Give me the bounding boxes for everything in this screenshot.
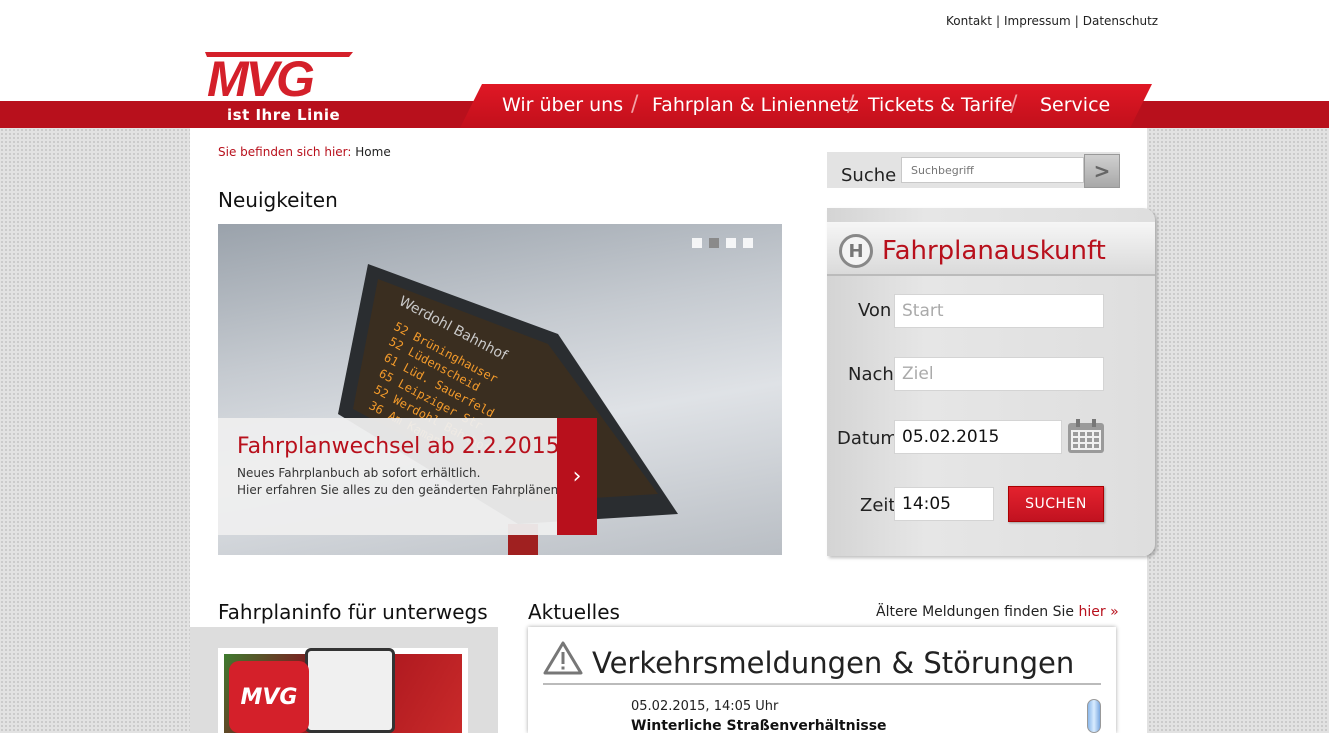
news-heading: Neuigkeiten <box>218 188 338 212</box>
mobile-info-heading: Fahrplaninfo für unterwegs <box>218 600 488 624</box>
from-label: Von <box>858 300 892 321</box>
alert-headline[interactable]: Winterliche Straßenverhältnisse <box>631 718 887 733</box>
slide-text-line-2: Hier erfahren Sie alles zu den geänderte… <box>237 483 563 497</box>
slide-next-button[interactable]: › <box>557 418 597 535</box>
nav-separator: / <box>1010 92 1018 117</box>
nav-item-about[interactable]: Wir über uns <box>502 94 623 116</box>
nav-separator: / <box>631 92 639 117</box>
alerts-scrollbar[interactable] <box>1087 699 1101 733</box>
slider-dot-active[interactable] <box>709 238 719 248</box>
contact-link[interactable]: Kontakt <box>946 14 992 28</box>
nav-separator: / <box>847 92 855 117</box>
breadcrumb-label: Sie befinden sich hier: <box>218 145 352 159</box>
news-section-heading: Aktuelles <box>528 600 620 624</box>
traffic-alerts-title: Verkehrsmeldungen & Störungen <box>592 646 1075 680</box>
breadcrumb: Sie befinden sich hier: Home <box>218 145 391 159</box>
phone-illustration <box>305 648 395 733</box>
slider-dot[interactable] <box>743 238 753 248</box>
slide-text-line-1: Neues Fahrplanbuch ab sofort erhältlich. <box>237 466 481 480</box>
search-input[interactable] <box>901 157 1084 183</box>
time-label: Zeit <box>860 495 896 516</box>
date-label: Datum <box>837 428 898 449</box>
alert-date: 05.02.2015, 14:05 Uhr <box>631 699 779 714</box>
breadcrumb-current[interactable]: Home <box>355 145 390 159</box>
date-input[interactable] <box>894 420 1062 454</box>
search-label: Suche <box>841 165 897 186</box>
nav-item-timetable[interactable]: Fahrplan & Liniennetz <box>652 94 859 116</box>
search-connection-button[interactable]: SUCHEN <box>1008 486 1104 522</box>
bus-stop-icon: H <box>839 234 873 268</box>
top-links-separator: | <box>995 14 1000 28</box>
to-input[interactable] <box>894 357 1104 391</box>
calendar-icon[interactable] <box>1067 418 1105 454</box>
logo-tagline: ist Ihre Linie <box>227 106 341 124</box>
privacy-link[interactable]: Datenschutz <box>1083 14 1158 28</box>
time-input[interactable] <box>894 487 994 521</box>
top-links: Kontakt | Impressum | Datenschutz <box>946 14 1158 28</box>
slider-dot[interactable] <box>726 238 736 248</box>
slider-pagination <box>692 238 753 248</box>
divider <box>543 683 1101 685</box>
app-logo-icon: MVG <box>229 661 309 733</box>
logo-wordmark: MVG <box>207 51 314 107</box>
older-news-text: Ältere Meldungen finden Sie <box>876 604 1075 620</box>
top-links-separator: | <box>1074 14 1079 28</box>
imprint-link[interactable]: Impressum <box>1004 14 1071 28</box>
warning-icon <box>543 641 583 675</box>
slide-title[interactable]: Fahrplanwechsel ab 2.2.2015 <box>237 434 560 459</box>
search-submit-button[interactable]: > <box>1084 154 1120 188</box>
nav-item-service[interactable]: Service <box>1040 94 1110 116</box>
nav-item-tickets[interactable]: Tickets & Tarife <box>868 94 1013 116</box>
older-news: Ältere Meldungen finden Sie hier » <box>876 604 1119 620</box>
to-label: Nach <box>848 364 894 385</box>
from-input[interactable] <box>894 294 1104 328</box>
older-news-link[interactable]: hier » <box>1078 604 1118 620</box>
slider-dot[interactable] <box>692 238 702 248</box>
journey-planner-title: Fahrplanauskunft <box>882 236 1106 266</box>
